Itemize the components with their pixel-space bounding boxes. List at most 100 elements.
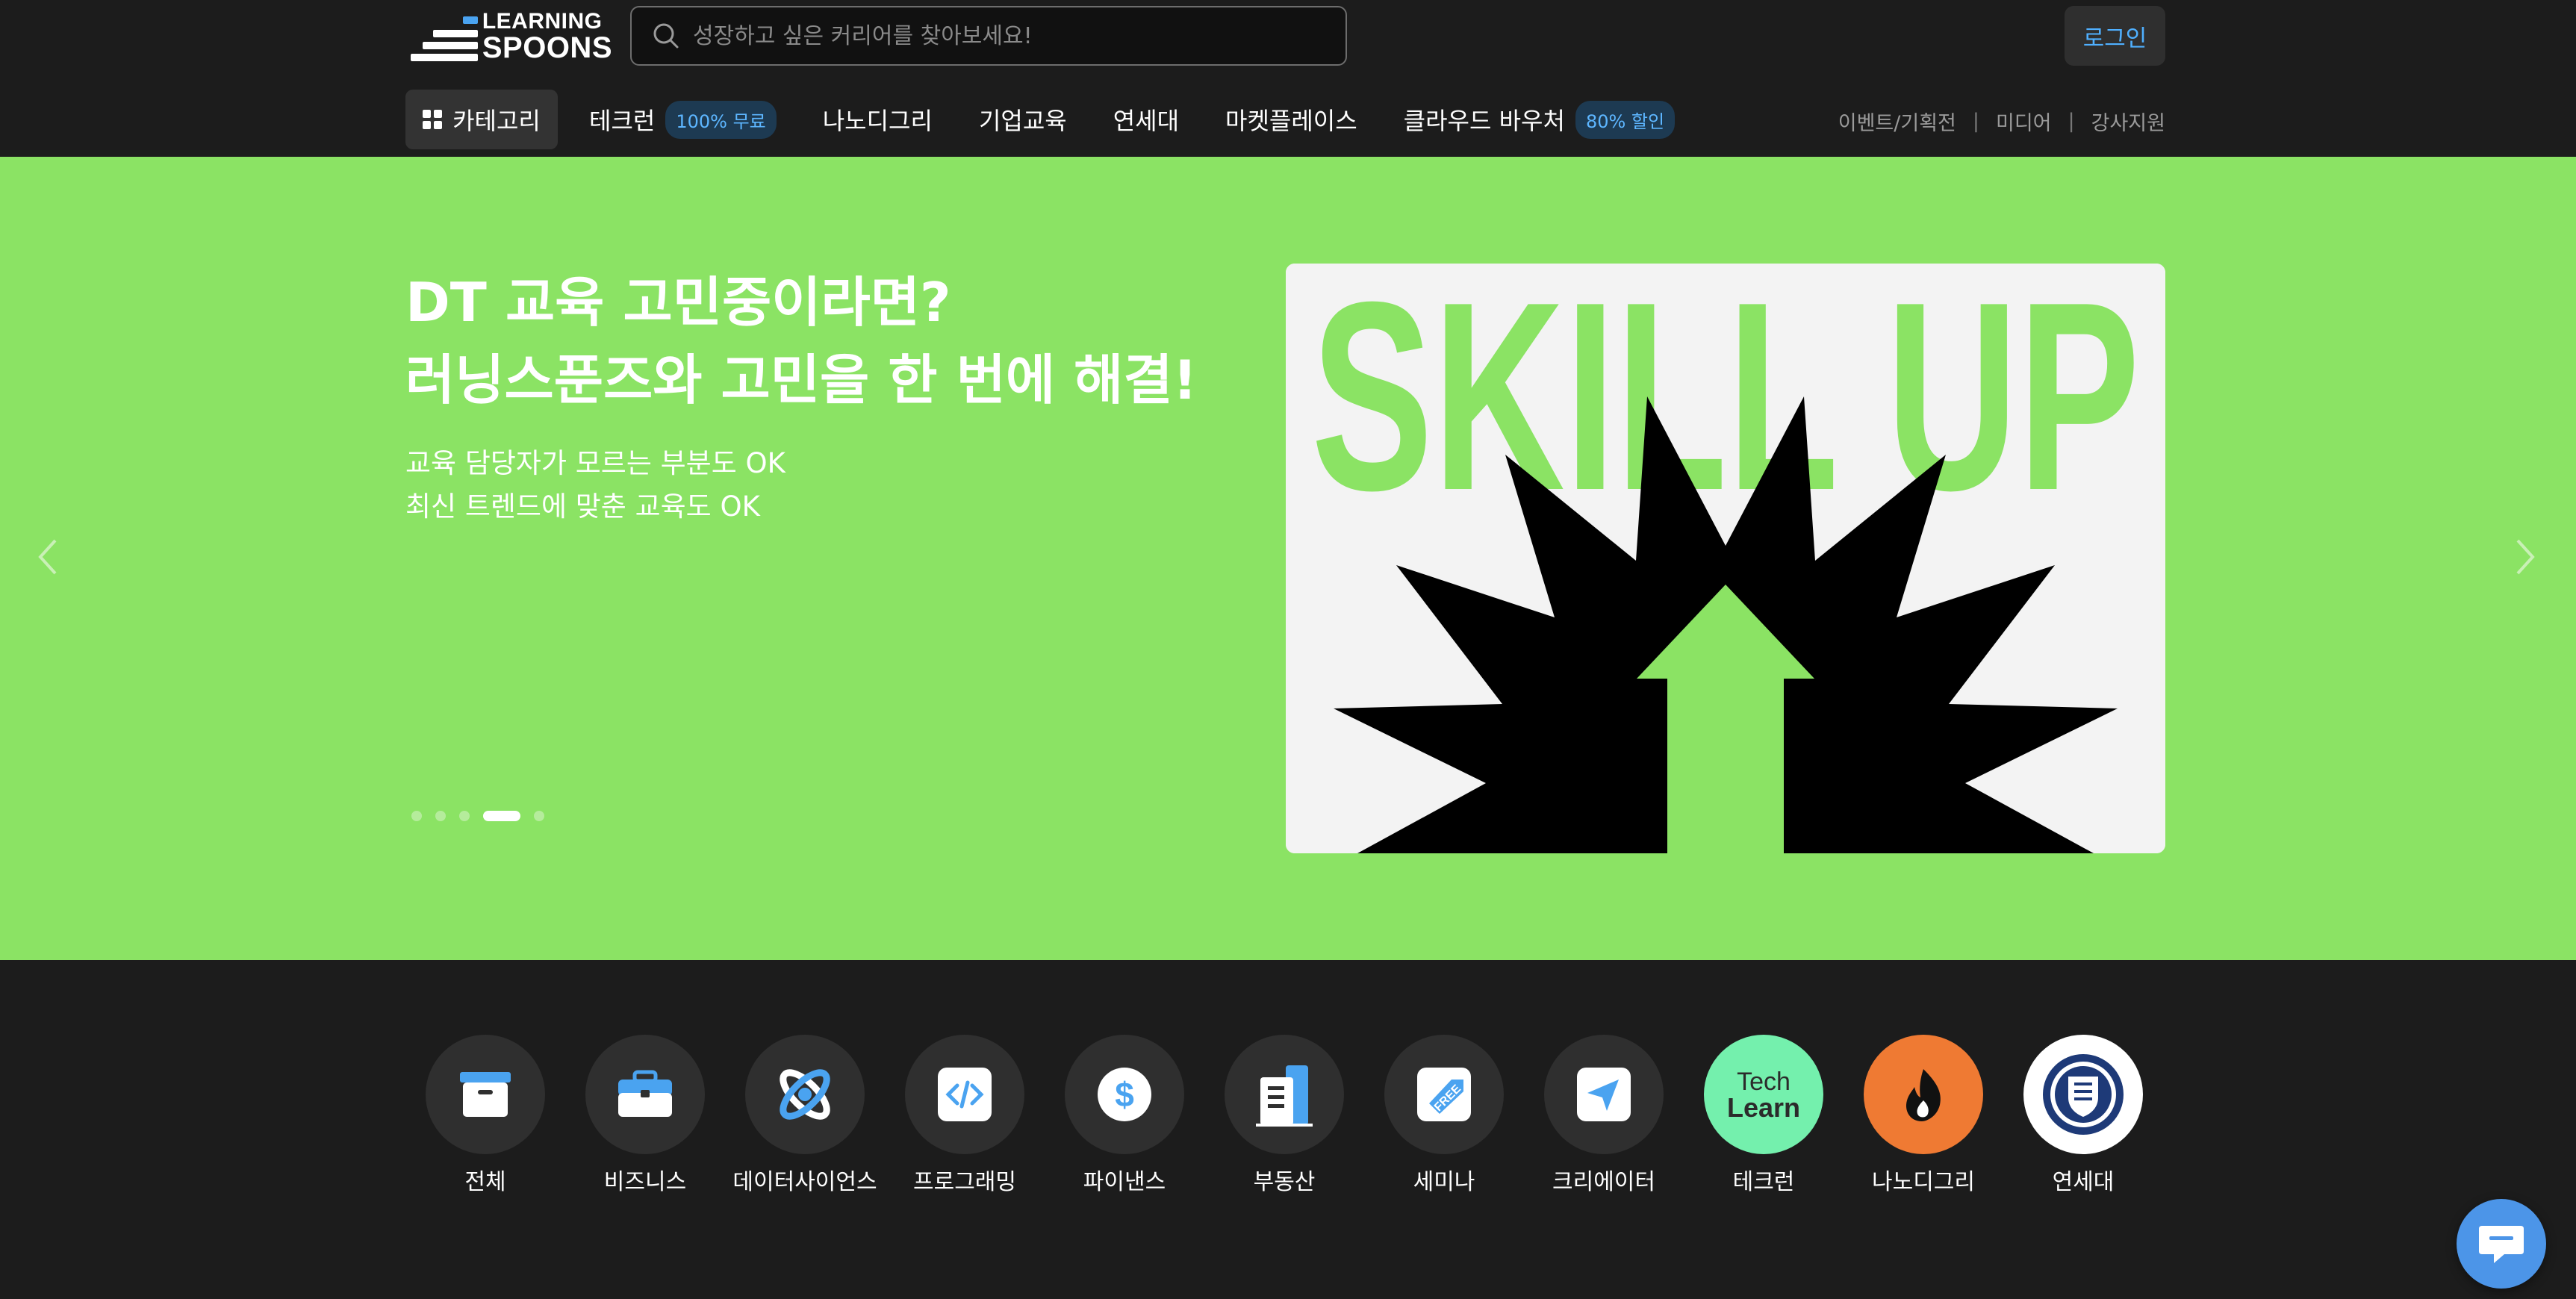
category-icon-wrapper (905, 1035, 1024, 1154)
category-button-label: 카테고리 (452, 107, 541, 135)
util-link-instructor-apply[interactable]: 강사지원 (2091, 107, 2165, 136)
free-badge: 100% 무료 (665, 100, 777, 139)
svg-text:$: $ (1115, 1075, 1134, 1114)
hero-subtitle-line2: 최신 트렌드에 맞춘 교육도 OK (405, 490, 760, 523)
slide-indicator (411, 811, 558, 821)
dollar-icon: $ (1098, 1068, 1151, 1121)
code-icon (938, 1068, 992, 1121)
flame-icon (1905, 1069, 1941, 1121)
main-nav: 카테고리 테크런 100% 무료 나노디그리 기업교육 연세대 마켓플레이스 클… (405, 90, 1676, 149)
category-icon-wrapper (2023, 1035, 2143, 1154)
category-label: 비즈니스 (603, 1169, 687, 1195)
yonsei-emblem-icon (2043, 1054, 2124, 1135)
utility-links: 이벤트/기획전 | 미디어 | 강사지원 (1838, 107, 2165, 136)
search-input[interactable] (693, 22, 1335, 49)
archive-box-icon (460, 1072, 511, 1117)
hero-title-line1: DT 교육 고민중이라면? (405, 271, 951, 334)
nav-item-techlearn[interactable]: 테크런 100% 무료 (589, 100, 777, 139)
nav-item-cloud-voucher[interactable]: 클라우드 바우처 80% 할인 (1403, 100, 1676, 139)
logo-wordmark: LEARNING SPOONS (482, 10, 612, 63)
util-link-events[interactable]: 이벤트/기획전 (1838, 107, 1956, 136)
category-label: 파이낸스 (1083, 1169, 1166, 1195)
paper-plane-icon (1577, 1068, 1631, 1121)
category-label: 프로그래밍 (913, 1169, 1016, 1195)
login-button[interactable]: 로그인 (2065, 6, 2165, 66)
search-bar[interactable] (630, 6, 1347, 66)
category-label: 전체 (464, 1169, 506, 1195)
skill-up-text: SKILL UP (1311, 264, 2140, 546)
hero-subtitle: 교육 담당자가 모르는 부분도 OK 최신 트렌드에 맞춘 교육도 OK (405, 442, 785, 529)
slide-dot-active[interactable] (483, 811, 520, 821)
nav-item-marketplace[interactable]: 마켓플레이스 (1225, 102, 1357, 137)
site-header: LEARNING SPOONS 로그인 카테고리 테크런 100% 무료 나노디… (0, 0, 2576, 157)
category-label: 세미나 (1413, 1169, 1475, 1195)
nav-item-label: 연세대 (1113, 107, 1180, 135)
category-icon-wrapper: $ (1065, 1035, 1184, 1154)
util-separator: | (1972, 110, 1979, 133)
techlearn-logo-icon: Tech Learn (1727, 1068, 1800, 1123)
slide-dot[interactable] (459, 811, 470, 821)
search-icon (653, 23, 679, 49)
category-row: 전체 비즈니스 데이터사이언스 프로그래밍 $ 파이낸스 부동산 FREE 세미… (0, 960, 2576, 1299)
slide-dot[interactable] (435, 811, 446, 821)
category-icon-wrapper (1225, 1035, 1344, 1154)
nav-item-yonsei[interactable]: 연세대 (1113, 102, 1179, 137)
hero-title: DT 교육 고민중이라면? 러닝스푼즈와 고민을 한 번에 해결! (405, 264, 1197, 419)
hero-subtitle-line1: 교육 담당자가 모르는 부분도 OK (405, 447, 785, 479)
atom-icon (780, 1069, 830, 1120)
slide-dot[interactable] (534, 811, 544, 821)
chat-button[interactable] (2457, 1199, 2546, 1289)
chevron-left-icon[interactable] (33, 533, 63, 581)
chat-bubble-icon (2479, 1226, 2524, 1263)
category-seminar[interactable]: FREE 세미나 (1364, 1035, 1524, 1196)
category-nanodegree[interactable]: 나노디그리 (1844, 1035, 2003, 1196)
slide-dot[interactable] (411, 811, 422, 821)
nav-item-corporate-training[interactable]: 기업교육 (979, 102, 1067, 137)
free-tag-icon: FREE (1417, 1068, 1471, 1121)
building-icon (1256, 1065, 1313, 1127)
category-all[interactable]: 전체 (405, 1035, 565, 1196)
discount-badge: 80% 할인 (1575, 100, 1676, 139)
category-icon-wrapper (426, 1035, 545, 1154)
category-button[interactable]: 카테고리 (405, 90, 558, 149)
hero-title-line2: 러닝스푼즈와 고민을 한 번에 해결! (405, 349, 1198, 411)
hero-image: SKILL UP (1286, 264, 2165, 853)
logo-mark-icon (411, 13, 479, 61)
category-creator[interactable]: 크리에이터 (1524, 1035, 1684, 1196)
nav-item-nanodegree[interactable]: 나노디그리 (823, 102, 933, 137)
logo-line2: SPOONS (482, 31, 612, 64)
category-label: 데이터사이언스 (732, 1169, 877, 1195)
category-business[interactable]: 비즈니스 (565, 1035, 725, 1196)
site-logo[interactable]: LEARNING SPOONS (411, 10, 612, 63)
chevron-right-icon[interactable] (2510, 533, 2540, 581)
util-link-media[interactable]: 미디어 (1996, 107, 2052, 136)
category-programming[interactable]: 프로그래밍 (885, 1035, 1045, 1196)
category-yonsei[interactable]: 연세대 (2003, 1035, 2163, 1196)
util-separator: | (2068, 110, 2075, 133)
techlearn-logo-text: Learn (1727, 1092, 1800, 1123)
category-label: 연세대 (2052, 1169, 2115, 1195)
category-real-estate[interactable]: 부동산 (1204, 1035, 1364, 1196)
category-label: 테크런 (1732, 1169, 1795, 1195)
category-icon-wrapper (1544, 1035, 1664, 1154)
nav-item-label: 마켓플레이스 (1225, 107, 1357, 135)
category-label: 부동산 (1253, 1169, 1316, 1195)
category-icon-wrapper: Tech Learn (1704, 1035, 1823, 1154)
hero-banner[interactable]: DT 교육 고민중이라면? 러닝스푼즈와 고민을 한 번에 해결! 교육 담당자… (0, 157, 2576, 960)
category-icon-wrapper (745, 1035, 865, 1154)
category-label: 나노디그리 (1872, 1169, 1975, 1195)
category-icon-wrapper: FREE (1384, 1035, 1504, 1154)
skill-up-illustration: SKILL UP (1286, 264, 2165, 853)
logo-line1: LEARNING (482, 9, 603, 34)
briefcase-icon (618, 1070, 672, 1117)
nav-item-label: 나노디그리 (822, 107, 933, 135)
grid-icon (423, 110, 443, 129)
category-icon-wrapper (1864, 1035, 1983, 1154)
nav-item-label: 클라우드 바우처 (1403, 107, 1565, 135)
category-finance[interactable]: $ 파이낸스 (1045, 1035, 1204, 1196)
category-techlearn[interactable]: Tech Learn 테크런 (1684, 1035, 1844, 1196)
nav-item-label: 기업교육 (978, 107, 1067, 135)
category-icon-wrapper (585, 1035, 705, 1154)
category-data-science[interactable]: 데이터사이언스 (725, 1035, 885, 1196)
nav-item-label: 테크런 (589, 107, 656, 135)
